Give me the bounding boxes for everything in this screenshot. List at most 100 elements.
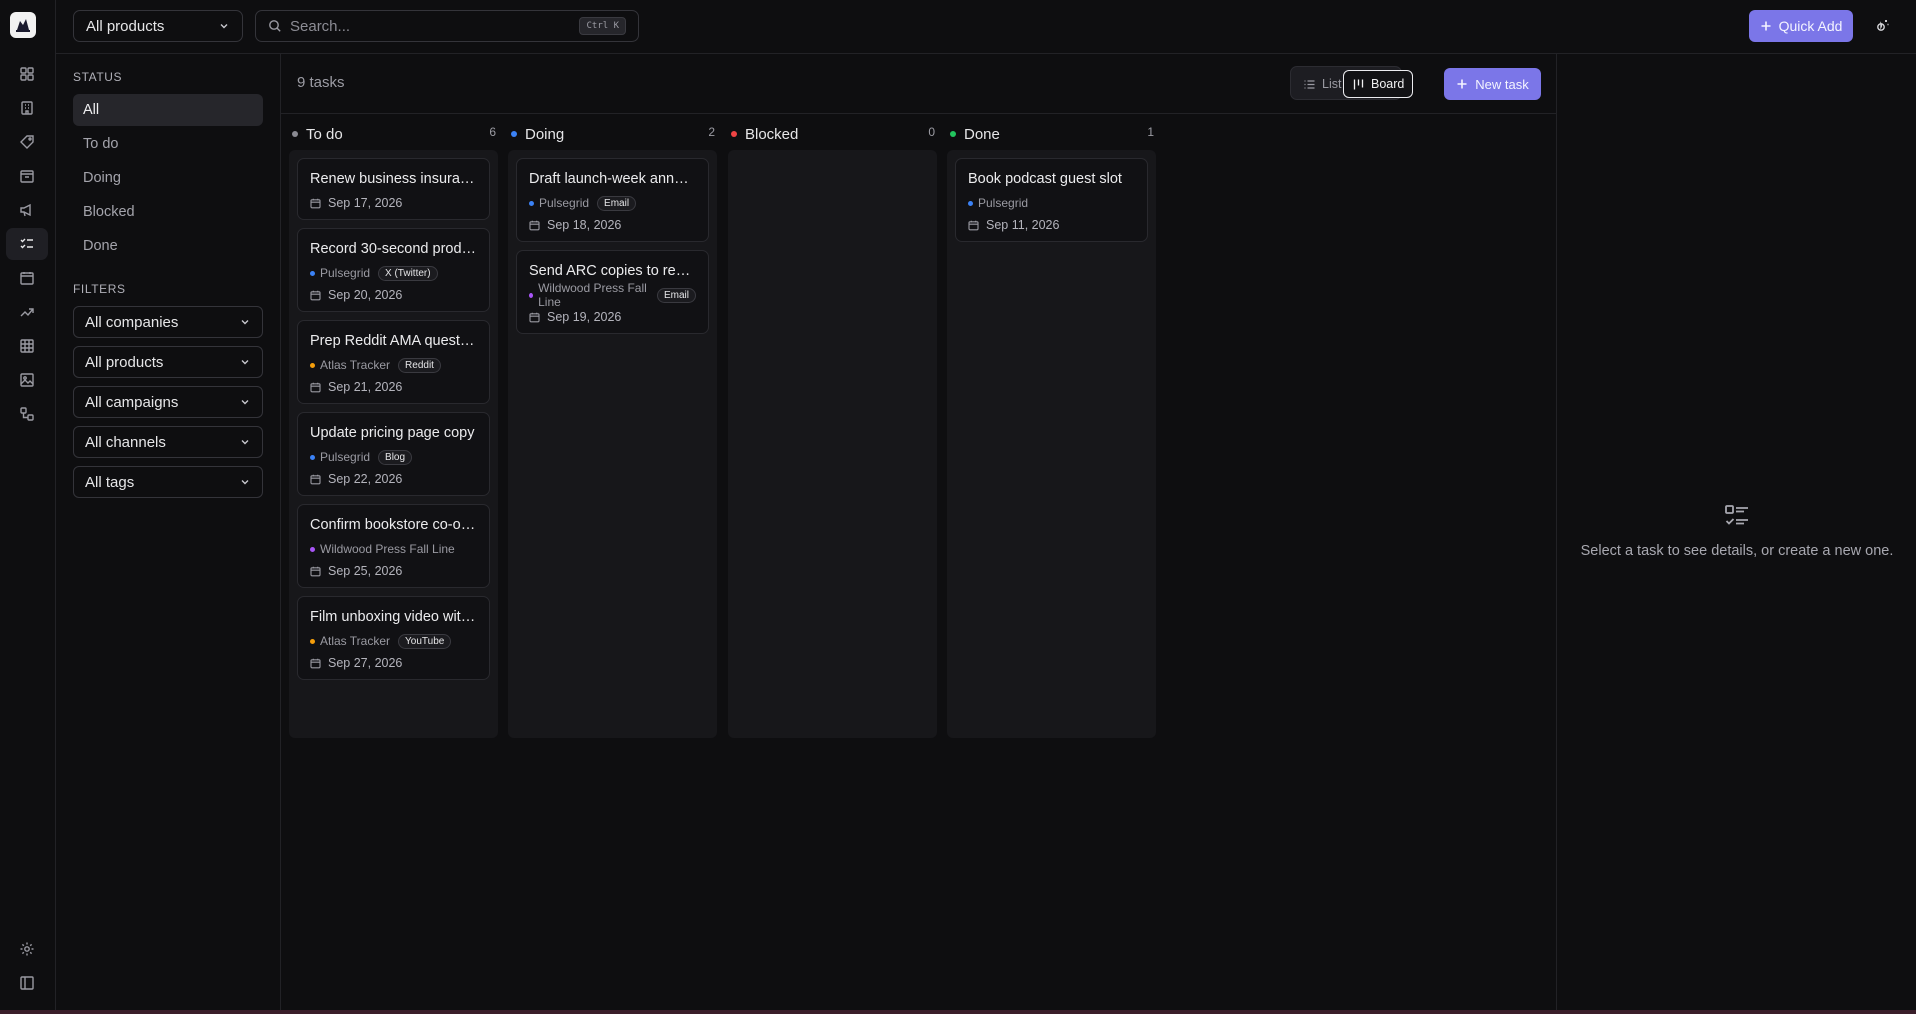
new-task-label: New task bbox=[1475, 76, 1529, 92]
new-task-button[interactable]: New task bbox=[1444, 68, 1541, 100]
task-card[interactable]: Renew business insurance Sep 17, 2026 bbox=[297, 158, 490, 220]
task-card[interactable]: Send ARC copies to reviewer list Wildwood… bbox=[516, 250, 709, 334]
theme-toggle-button[interactable] bbox=[1870, 14, 1894, 38]
chevron-down-icon bbox=[241, 400, 249, 405]
companies-filter[interactable]: All companies bbox=[73, 306, 263, 338]
calendar-icon bbox=[968, 220, 986, 231]
task-date-text: Sep 22, 2026 bbox=[328, 472, 403, 486]
search-shortcut-hint: Ctrl K bbox=[579, 17, 626, 35]
task-card[interactable]: Film unboxing video with creat... Atlas T… bbox=[297, 596, 490, 680]
task-card[interactable]: Draft launch-week announce... Pulsegrid Em… bbox=[516, 158, 709, 242]
status-filter-blocked[interactable]: Blocked bbox=[73, 196, 263, 228]
view-toggle: List Board bbox=[1290, 66, 1414, 100]
task-card[interactable]: Record 30-second product de... Pulsegrid X… bbox=[297, 228, 490, 312]
company-dot bbox=[310, 454, 315, 460]
task-date-text: Sep 25, 2026 bbox=[328, 564, 403, 578]
task-company: Atlas Tracker bbox=[320, 358, 391, 372]
rail-companies[interactable] bbox=[6, 92, 48, 124]
task-due-date: Sep 19, 2026 bbox=[529, 309, 696, 325]
chevron-down-icon bbox=[241, 440, 249, 445]
task-meta: Pulsegrid bbox=[968, 195, 1135, 211]
status-filter-to-do[interactable]: To do bbox=[73, 128, 263, 160]
rail-inventory[interactable] bbox=[6, 160, 48, 192]
collapse-sidebar-button[interactable] bbox=[19, 975, 35, 991]
tasks-icon bbox=[1723, 502, 1751, 530]
search-box[interactable]: Ctrl K bbox=[255, 10, 639, 42]
task-company: Pulsegrid bbox=[320, 450, 371, 464]
task-card[interactable]: Confirm bookstore co-op plac... Wildwood … bbox=[297, 504, 490, 588]
task-card[interactable]: Book podcast guest slot Pulsegrid Sep 11, … bbox=[955, 158, 1148, 242]
task-title: Book podcast guest slot bbox=[968, 171, 1122, 187]
task-card[interactable]: Update pricing page copy Pulsegrid Blog Sep… bbox=[297, 412, 490, 496]
company-dot bbox=[310, 270, 315, 276]
rail-media[interactable] bbox=[6, 364, 48, 396]
task-date-text: Sep 11, 2026 bbox=[986, 218, 1060, 232]
column-header: To do bbox=[292, 124, 343, 144]
trending-icon bbox=[20, 308, 34, 317]
plus-icon bbox=[1761, 21, 1771, 31]
task-due-date: Sep 22, 2026 bbox=[310, 471, 477, 487]
quick-add-button[interactable]: Quick Add bbox=[1749, 10, 1853, 42]
column-count: 0 bbox=[928, 125, 935, 139]
task-company: Pulsegrid bbox=[539, 196, 590, 210]
channel-tag: Blog bbox=[378, 449, 413, 465]
tags-filter[interactable]: All tags bbox=[73, 466, 263, 498]
app-logo[interactable] bbox=[10, 12, 36, 38]
chevron-down-icon bbox=[220, 24, 228, 29]
search-input[interactable] bbox=[290, 17, 580, 35]
task-meta: Pulsegrid Blog bbox=[310, 449, 477, 465]
calendar-icon bbox=[310, 658, 328, 669]
rail-products[interactable] bbox=[6, 126, 48, 158]
channel-tag: YouTube bbox=[398, 633, 452, 649]
task-date-text: Sep 20, 2026 bbox=[328, 288, 403, 302]
rail-calendar[interactable] bbox=[6, 262, 48, 294]
sidebar-toggle-icon bbox=[20, 976, 34, 990]
task-card[interactable]: Prep Reddit AMA questions doc Atlas Track… bbox=[297, 320, 490, 404]
task-title: Confirm bookstore co-op plac... bbox=[310, 517, 477, 533]
status-heading: STATUS bbox=[73, 70, 123, 84]
task-date-text: Sep 21, 2026 bbox=[328, 380, 403, 394]
task-title: Send ARC copies to reviewer list bbox=[529, 263, 696, 279]
task-meta: Pulsegrid X (Twitter) bbox=[310, 265, 477, 281]
tag-icon bbox=[20, 135, 34, 149]
task-detail-panel: Select a task to see details, or create … bbox=[1556, 54, 1916, 1010]
column-title: Blocked bbox=[745, 125, 799, 143]
column-to-do: Renew business insurance Sep 17, 2026 Reco… bbox=[289, 150, 498, 738]
task-title: Prep Reddit AMA questions doc bbox=[310, 333, 477, 349]
task-company: Pulsegrid bbox=[320, 266, 371, 280]
rail-tasks[interactable] bbox=[6, 228, 48, 260]
task-company: Wildwood Press Fall Line bbox=[538, 281, 647, 309]
building-icon bbox=[21, 101, 33, 115]
task-due-date: Sep 27, 2026 bbox=[310, 655, 477, 671]
column-title: Doing bbox=[525, 125, 565, 143]
product-selector[interactable]: All products bbox=[73, 10, 243, 42]
task-company: Wildwood Press Fall Line bbox=[320, 542, 455, 556]
task-title: Film unboxing video with creat... bbox=[310, 609, 477, 625]
filter-sidebar: STATUS All To do Doing Blocked Done FILT… bbox=[56, 54, 281, 1010]
board-view-button[interactable]: Board bbox=[1343, 70, 1414, 98]
rail-dashboard[interactable] bbox=[6, 58, 48, 90]
column-count: 2 bbox=[708, 125, 715, 139]
image-icon bbox=[20, 373, 34, 387]
settings-button[interactable] bbox=[19, 941, 35, 957]
rail-workflows[interactable] bbox=[6, 398, 48, 430]
channels-filter[interactable]: All channels bbox=[73, 426, 263, 458]
rail-table[interactable] bbox=[6, 330, 48, 362]
task-title: Draft launch-week announce... bbox=[529, 171, 696, 187]
status-filter-all[interactable]: All bbox=[73, 94, 263, 126]
campaigns-filter[interactable]: All campaigns bbox=[73, 386, 263, 418]
top-bar: All products Ctrl K Quick Add bbox=[56, 0, 1916, 54]
company-dot bbox=[310, 362, 315, 368]
status-filter-done[interactable]: Done bbox=[73, 230, 263, 262]
icon-rail bbox=[0, 0, 56, 1010]
rail-analytics[interactable] bbox=[6, 296, 48, 328]
products-filter[interactable]: All products bbox=[73, 346, 263, 378]
channel-tag: Email bbox=[656, 287, 696, 303]
chevron-down-icon bbox=[241, 320, 249, 325]
product-selector-label: All products bbox=[86, 17, 165, 35]
calendar-icon bbox=[20, 272, 34, 285]
list-view-button[interactable]: List bbox=[1295, 70, 1349, 98]
megaphone-icon bbox=[20, 203, 31, 217]
rail-campaigns[interactable] bbox=[6, 194, 48, 226]
status-filter-doing[interactable]: Doing bbox=[73, 162, 263, 194]
